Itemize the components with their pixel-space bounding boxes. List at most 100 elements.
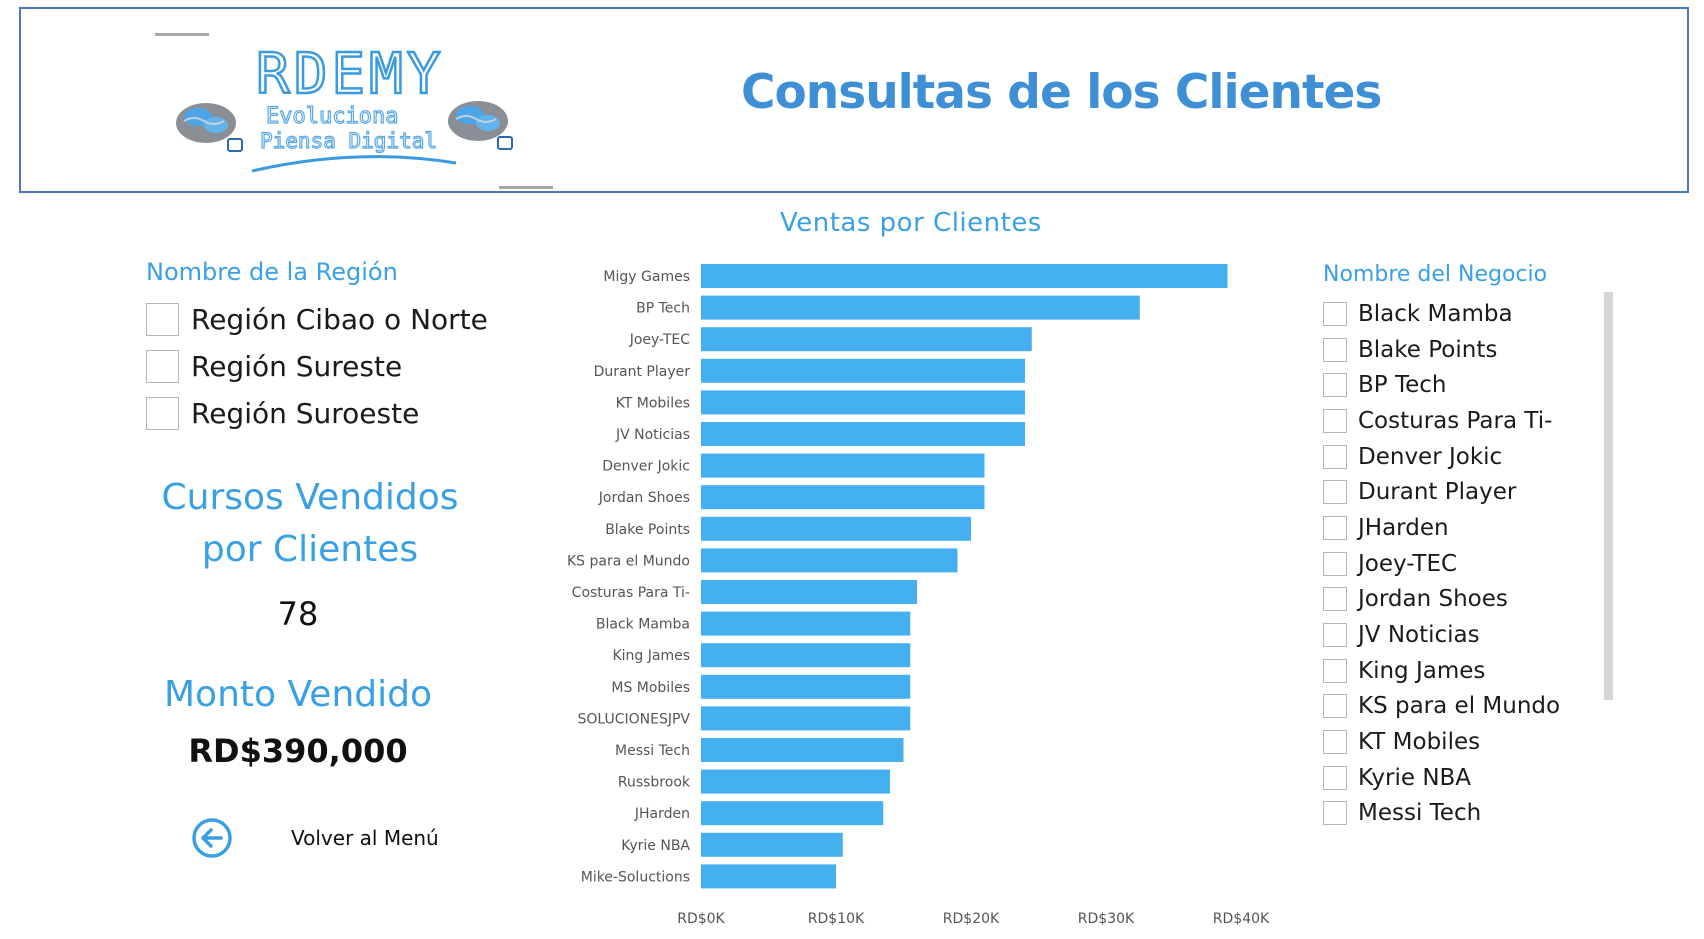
checkbox[interactable]: [1323, 801, 1347, 826]
x-tick-label: RD$0K: [677, 911, 725, 927]
bar[interactable]: [701, 832, 843, 857]
bar[interactable]: [701, 801, 884, 826]
business-option-label: JHarden: [1358, 514, 1449, 541]
checkbox[interactable]: [1323, 730, 1347, 755]
checkbox[interactable]: [146, 396, 179, 430]
checkbox[interactable]: [146, 349, 179, 383]
brain-icon: [448, 101, 513, 150]
bar[interactable]: [701, 327, 1032, 352]
x-tick-label: RD$10K: [808, 911, 865, 927]
bar[interactable]: [701, 738, 904, 762]
region-slicer-title: Nombre de la Región: [146, 258, 398, 286]
bar[interactable]: [701, 516, 971, 541]
business-option[interactable]: Messi Tech: [1323, 796, 1603, 832]
checkbox[interactable]: [1323, 408, 1347, 433]
checkbox[interactable]: [1323, 765, 1347, 790]
business-slicer-title: Nombre del Negocio: [1323, 262, 1548, 287]
business-option[interactable]: King James: [1323, 653, 1603, 689]
bar[interactable]: [701, 864, 836, 889]
checkbox[interactable]: [1323, 444, 1347, 469]
bar[interactable]: [701, 611, 911, 636]
bar[interactable]: [701, 390, 1025, 415]
business-option[interactable]: Durant Player: [1323, 474, 1603, 510]
y-tick-label: KT Mobiles: [616, 395, 690, 411]
checkbox[interactable]: [1323, 515, 1347, 540]
y-tick-label: King James: [612, 648, 690, 664]
bar[interactable]: [701, 769, 890, 794]
arrow-left-circle-icon[interactable]: [191, 817, 233, 859]
business-option-label: Messi Tech: [1358, 800, 1482, 827]
bar[interactable]: [701, 548, 958, 573]
business-option[interactable]: KS para el Mundo: [1323, 689, 1603, 725]
courses-card-value: 78: [277, 595, 319, 633]
bar[interactable]: [701, 643, 911, 668]
amount-card-title: Monto Vendido: [163, 674, 432, 715]
region-option-cibao-norte[interactable]: Región Cibao o Norte: [146, 299, 488, 339]
business-option-label: Joey-TEC: [1358, 550, 1458, 577]
checkbox[interactable]: [1323, 337, 1347, 362]
business-option[interactable]: Costuras Para Ti-: [1323, 403, 1603, 439]
region-option-label: Región Sureste: [191, 349, 403, 383]
bar[interactable]: [701, 706, 911, 731]
bar[interactable]: [701, 485, 985, 510]
region-option-label: Región Cibao o Norte: [191, 302, 488, 336]
checkbox[interactable]: [1323, 623, 1347, 648]
bar[interactable]: [701, 264, 1228, 288]
region-option-suroeste[interactable]: Región Suroeste: [146, 393, 419, 433]
business-option[interactable]: Jordan Shoes: [1323, 582, 1603, 618]
business-option[interactable]: JV Noticias: [1323, 617, 1603, 653]
bar[interactable]: [701, 295, 1140, 320]
business-option-label: JV Noticias: [1358, 622, 1480, 649]
checkbox[interactable]: [1323, 658, 1347, 683]
y-tick-label: Costuras Para Ti-: [572, 585, 690, 601]
svg-text:Piensa Digital: Piensa Digital: [260, 129, 437, 153]
business-option-label: Jordan Shoes: [1358, 586, 1508, 613]
courses-card-title: Cursos Vendidos por Clientes: [140, 472, 480, 576]
bar[interactable]: [701, 422, 1025, 446]
amount-card-value: RD$390,000: [188, 732, 408, 770]
checkbox[interactable]: [1323, 694, 1347, 719]
sales-by-client-chart: Migy Games BP Tech Joey-TEC Durant Player KT…: [567, 264, 1270, 927]
y-tick-label: SOLUCIONESJPV: [577, 711, 690, 727]
checkbox[interactable]: [1323, 480, 1347, 505]
business-option-label: Blake Points: [1358, 336, 1498, 363]
x-tick-label: RD$30K: [1078, 911, 1135, 927]
page-title: Consultas de los Clientes: [741, 65, 1382, 120]
business-option-label: KT Mobiles: [1358, 729, 1481, 756]
business-option[interactable]: Kyrie NBA: [1323, 760, 1603, 796]
business-option[interactable]: KT Mobiles: [1323, 724, 1603, 760]
checkbox[interactable]: [1323, 301, 1347, 326]
y-tick-label: Mike-Soluctions: [581, 869, 690, 885]
y-tick-label: KS para el Mundo: [567, 553, 690, 569]
svg-text:Evoluciona: Evoluciona: [266, 104, 398, 129]
svg-text:RDEMY: RDEMY: [256, 42, 445, 107]
y-tick-label: Russbrook: [618, 775, 691, 791]
courses-card-title-line: Cursos Vendidos: [161, 477, 459, 518]
business-option[interactable]: Denver Jokic: [1323, 439, 1603, 475]
region-option-sureste[interactable]: Región Sureste: [146, 346, 402, 386]
business-option[interactable]: Blake Points: [1323, 332, 1603, 368]
y-tick-label: JV Noticias: [615, 427, 690, 443]
header-banner: RDEMY Evoluciona Piensa Digital Consulta…: [19, 7, 1689, 193]
business-option[interactable]: JHarden: [1323, 510, 1603, 546]
y-tick-label: Blake Points: [605, 522, 690, 538]
checkbox[interactable]: [146, 302, 179, 336]
bar[interactable]: [701, 453, 985, 478]
back-to-menu-button[interactable]: Volver al Menú: [291, 826, 439, 850]
bar[interactable]: [701, 674, 911, 699]
rdemy-logo: RDEMY Evoluciona Piensa Digital: [176, 41, 513, 173]
checkbox[interactable]: [1323, 551, 1347, 576]
bar[interactable]: [701, 580, 917, 604]
business-option[interactable]: Joey-TEC: [1323, 546, 1603, 582]
y-tick-label: Durant Player: [594, 364, 691, 380]
checkbox[interactable]: [1323, 587, 1347, 612]
bar[interactable]: [701, 358, 1025, 383]
business-option[interactable]: Black Mamba: [1323, 296, 1603, 332]
business-option-label: Black Mamba: [1358, 300, 1513, 327]
business-option-label: Durant Player: [1358, 479, 1517, 506]
y-tick-label: Black Mamba: [596, 617, 690, 633]
business-option[interactable]: BP Tech: [1323, 367, 1603, 403]
checkbox[interactable]: [1323, 373, 1347, 398]
y-tick-label: Kyrie NBA: [621, 838, 690, 854]
business-slicer-scrollbar[interactable]: [1604, 292, 1613, 700]
